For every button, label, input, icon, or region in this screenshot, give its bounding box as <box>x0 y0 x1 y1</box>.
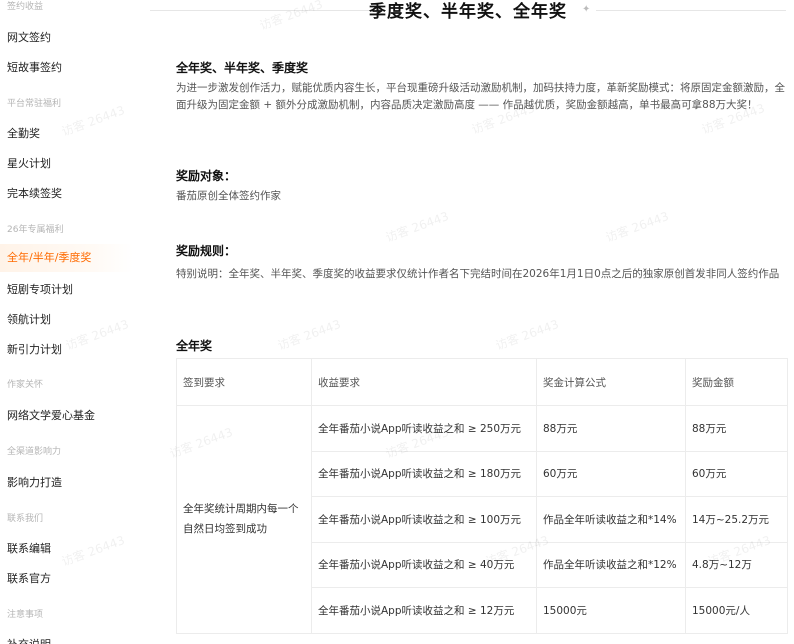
revenue-cell: 全年番茄小说App听读收益之和 ≥ 250万元 <box>311 405 537 452</box>
column-header-signin: 签到要求 <box>176 358 312 406</box>
target-text: 番茄原创全体签约作家 <box>176 190 281 202</box>
amount-cell: 4.8万~12万 <box>685 541 788 588</box>
sidebar-section-signing: 签约收益 <box>7 2 44 12</box>
sidebar-section-contact: 联系我们 <box>7 514 44 524</box>
formula-cell: 88万元 <box>536 405 686 452</box>
amount-cell: 88万元 <box>685 405 788 452</box>
amount-cell: 15000元/人 <box>685 587 788 634</box>
signin-requirement-cell: 全年奖统计周期内每一个自然日均签到成功 <box>176 405 312 634</box>
intro-heading: 全年奖、半年奖、季度奖 <box>176 61 309 75</box>
sidebar-item-contact-editor[interactable]: 联系编辑 <box>7 540 51 556</box>
sidebar-section-notes: 注意事项 <box>7 610 44 620</box>
column-header-formula: 奖金计算公式 <box>536 358 686 406</box>
rules-heading: 奖励规则： <box>176 244 237 258</box>
sidebar-section-platform-welfare: 平台常驻福利 <box>7 99 62 109</box>
sidebar-item-pilot-plan[interactable]: 领航计划 <box>7 311 51 327</box>
sidebar-item-supplementary-notes[interactable]: 补充说明 <box>7 636 51 644</box>
revenue-cell: 全年番茄小说App听读收益之和 ≥ 180万元 <box>311 450 537 497</box>
main-content: ✦ ✦ 季度奖、半年奖、全年奖 全年奖、半年奖、季度奖 为进一步激发创作活力，赋… <box>150 0 794 644</box>
revenue-cell: 全年番茄小说App听读收益之和 ≥ 12万元 <box>311 587 537 634</box>
table-header-row: 签到要求 收益要求 奖金计算公式 奖励金额 <box>176 358 788 406</box>
rules-text: 特别说明：全年奖、半年奖、季度奖的收益要求仅统计作者名下完结时间在2026年1月… <box>176 268 780 280</box>
sidebar-nav: 签约收益 网文签约 短故事签约 平台常驻福利 全勤奖 星火计划 完本续签奖 26… <box>0 0 150 644</box>
annual-award-heading: 全年奖 <box>176 339 213 353</box>
sidebar-item-short-drama-plan[interactable]: 短剧专项计划 <box>7 281 73 297</box>
sidebar-item-short-story-signing[interactable]: 短故事签约 <box>7 59 62 75</box>
revenue-cell: 全年番茄小说App听读收益之和 ≥ 40万元 <box>311 541 537 588</box>
formula-cell: 15000元 <box>536 587 686 634</box>
sidebar-section-2026-welfare: 26年专属福利 <box>7 225 64 235</box>
revenue-cell: 全年番茄小说App听读收益之和 ≥ 100万元 <box>311 496 537 543</box>
sidebar-item-contact-official[interactable]: 联系官方 <box>7 570 51 586</box>
sidebar-item-spark-plan[interactable]: 星火计划 <box>7 155 51 171</box>
sidebar-section-author-care: 作家关怀 <box>7 380 44 390</box>
sidebar-section-influence: 全渠道影响力 <box>7 447 62 457</box>
formula-cell: 作品全年听读收益之和*14% <box>536 496 686 543</box>
formula-cell: 60万元 <box>536 450 686 497</box>
table-row: 全年奖统计周期内每一个自然日均签到成功 全年番茄小说App听读收益之和 ≥ 25… <box>176 405 788 634</box>
column-header-revenue: 收益要求 <box>311 358 537 406</box>
sidebar-item-attendance-award[interactable]: 全勤奖 <box>7 125 40 141</box>
amount-cell: 60万元 <box>685 450 788 497</box>
intro-text: 为进一步激发创作活力，赋能优质内容生长，平台现重磅升级活动激励机制，加码扶持力度… <box>176 82 785 111</box>
amount-cell: 14万~25.2万元 <box>685 496 788 543</box>
target-heading: 奖励对象： <box>176 169 237 183</box>
sidebar-item-web-novel-signing[interactable]: 网文签约 <box>7 29 51 45</box>
page-title: 季度奖、半年奖、全年奖 <box>369 2 567 22</box>
sidebar-item-completion-renewal[interactable]: 完本续签奖 <box>7 185 62 201</box>
sidebar-item-charity-fund[interactable]: 网络文学爱心基金 <box>7 407 95 423</box>
sidebar-item-new-gravity-plan[interactable]: 新引力计划 <box>7 341 62 357</box>
column-header-amount: 奖励金额 <box>685 358 788 406</box>
formula-cell: 作品全年听读收益之和*12% <box>536 541 686 588</box>
sidebar-item-annual-quarterly-award[interactable]: 全年/半年/季度奖 <box>0 244 133 272</box>
sidebar-item-influence-building[interactable]: 影响力打造 <box>7 474 62 490</box>
annual-award-table: 签到要求 收益要求 奖金计算公式 奖励金额 全年奖统计周期内每一个自然日均签到成… <box>176 358 788 634</box>
